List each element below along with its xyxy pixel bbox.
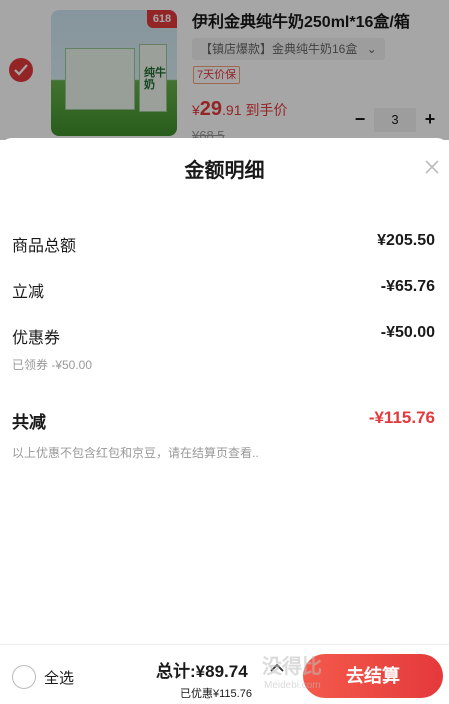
coupon-note: 已领券 -¥50.00 <box>12 358 93 372</box>
watermark-logo: 没得比 <box>262 656 322 678</box>
coupon-label: 优惠券 <box>12 330 61 347</box>
subtotal-value: ¥205.50 <box>377 232 435 249</box>
saved-amount[interactable]: 已优惠¥115.76 <box>180 685 252 701</box>
subtotal-label: 商品总额 <box>12 238 77 255</box>
checkout-button[interactable]: 去结算 <box>303 654 443 698</box>
close-icon <box>425 160 439 174</box>
total-discount-value: -¥115.76 <box>368 408 435 427</box>
discount-footnote: 以上优惠不包含红包和京豆，请在结算页查看.. <box>12 446 259 460</box>
total-discount-label: 共减 <box>12 413 46 432</box>
amount-detail-sheet: 金额明细 商品总额 ¥205.50 立减 -¥65.76 优惠券 -¥50.00… <box>0 138 449 644</box>
total-price: 总计:¥89.74 <box>156 662 248 681</box>
discount-label: 立减 <box>12 284 45 301</box>
select-all-checkbox[interactable] <box>12 665 36 689</box>
sheet-title: 金额明细 <box>184 160 265 182</box>
checkout-bar: 全选 总计:¥89.74 已优惠¥115.76 去结算 <box>0 644 449 704</box>
coupon-value: -¥50.00 <box>380 324 435 341</box>
close-button[interactable] <box>421 156 443 178</box>
watermark-url: Meidebi.com <box>264 680 321 691</box>
modal-overlay[interactable] <box>0 0 449 140</box>
select-all-label[interactable]: 全选 <box>44 667 74 688</box>
discount-value: -¥65.76 <box>380 278 435 295</box>
cart-item: 618 纯牛奶 伊利金典纯牛奶250ml*16盒/箱 【镇店爆款】金典纯牛奶16… <box>0 0 449 140</box>
